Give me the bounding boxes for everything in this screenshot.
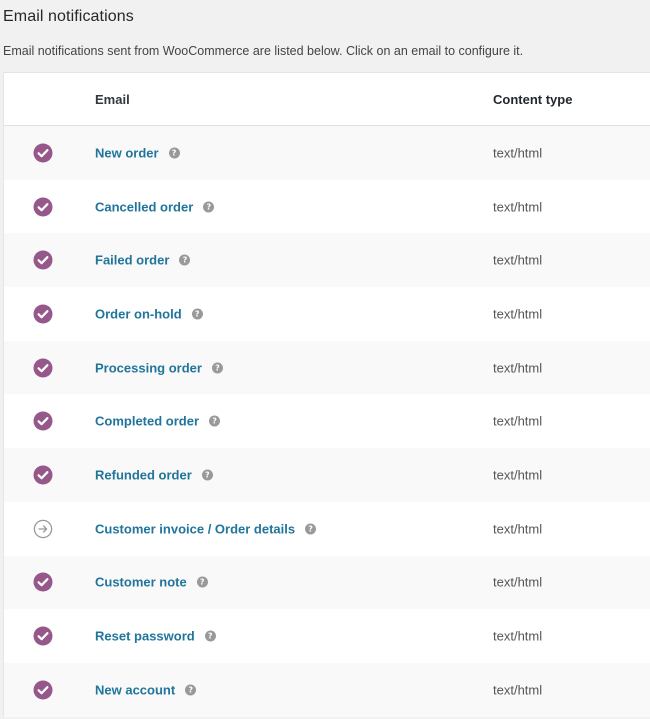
table-row[interactable]: Failed order? text/html — [4, 233, 650, 288]
email-link[interactable]: Reset password? — [95, 629, 216, 644]
column-header-content-type: Content type — [493, 92, 573, 107]
check-circle-icon — [33, 358, 53, 378]
check-circle-icon — [33, 680, 53, 700]
check-circle-icon — [33, 304, 53, 324]
content-type: text/html — [493, 521, 543, 537]
email-link[interactable]: Customer note? — [95, 575, 208, 590]
help-icon[interactable]: ? — [196, 576, 208, 588]
content-type: text/html — [493, 145, 543, 161]
email-name[interactable]: Customer note — [95, 575, 187, 590]
email-name[interactable]: New account — [95, 682, 175, 697]
email-link[interactable]: New order? — [95, 145, 180, 160]
email-name[interactable]: Customer invoice / Order details — [95, 521, 295, 536]
email-link[interactable]: New account? — [95, 682, 197, 697]
table-row[interactable]: Reset password? text/html — [4, 609, 650, 663]
email-name[interactable]: Refunded order — [95, 467, 192, 482]
email-link[interactable]: Processing order? — [95, 360, 223, 375]
help-icon[interactable]: ? — [185, 684, 197, 696]
table-row[interactable]: New account? text/html — [4, 662, 650, 717]
email-name[interactable]: New order — [95, 145, 159, 160]
check-circle-icon — [33, 572, 53, 592]
content-type: text/html — [493, 413, 543, 429]
email-name[interactable]: Failed order — [95, 253, 169, 268]
content-type: text/html — [493, 306, 543, 322]
email-name[interactable]: Cancelled order — [95, 199, 193, 214]
content-type: text/html — [493, 628, 543, 644]
help-icon[interactable]: ? — [168, 147, 180, 159]
table-body: New order? text/html Cancelled order? text/… — [4, 126, 650, 717]
table-row[interactable]: Customer invoice / Order details? text/ht… — [4, 502, 650, 556]
help-icon[interactable]: ? — [204, 630, 216, 642]
help-icon[interactable]: ? — [305, 523, 317, 535]
content-type: text/html — [493, 574, 543, 590]
email-link[interactable]: Cancelled order? — [95, 199, 215, 214]
email-name[interactable]: Order on-hold — [95, 306, 182, 321]
help-icon[interactable]: ? — [209, 415, 221, 427]
page-description: Email notifications sent from WooCommerc… — [3, 44, 524, 58]
check-circle-icon — [33, 250, 53, 270]
email-name[interactable]: Reset password — [95, 629, 195, 644]
help-icon[interactable]: ? — [211, 362, 223, 374]
check-circle-icon — [33, 197, 53, 217]
page-title: Email notifications — [3, 8, 134, 25]
help-icon[interactable]: ? — [201, 469, 213, 481]
email-link[interactable]: Completed order? — [95, 414, 221, 429]
check-circle-icon — [33, 143, 53, 163]
column-header-email: Email — [95, 92, 130, 107]
table-header: Email Content type — [4, 73, 650, 126]
check-circle-icon — [33, 411, 53, 431]
check-circle-icon — [33, 626, 53, 646]
content-type: text/html — [493, 252, 543, 268]
arrow-right-circle-icon — [33, 519, 53, 539]
email-name[interactable]: Completed order — [95, 414, 199, 429]
table-row[interactable]: Customer note? text/html — [4, 555, 650, 610]
table-row[interactable]: New order? text/html — [4, 126, 650, 180]
table-row[interactable]: Processing order? text/html — [4, 340, 650, 395]
email-link[interactable]: Customer invoice / Order details? — [95, 521, 317, 536]
email-notifications-table: Email Content type New order? text/html Ca… — [3, 72, 650, 717]
table-row[interactable]: Refunded order? text/html — [4, 448, 650, 502]
check-circle-icon — [33, 465, 53, 485]
content-type: text/html — [493, 467, 543, 483]
table-row[interactable]: Order on-hold? text/html — [4, 287, 650, 341]
help-icon[interactable]: ? — [203, 201, 215, 213]
content-type: text/html — [493, 682, 543, 698]
email-link[interactable]: Refunded order? — [95, 467, 213, 482]
email-link[interactable]: Order on-hold? — [95, 306, 203, 321]
help-icon[interactable]: ? — [179, 254, 191, 266]
help-icon[interactable]: ? — [191, 308, 203, 320]
email-name[interactable]: Processing order — [95, 360, 202, 375]
email-settings-page: Email notifications Email notifications … — [0, 0, 650, 719]
content-type: text/html — [493, 199, 543, 215]
table-row[interactable]: Cancelled order? text/html — [4, 180, 650, 234]
email-link[interactable]: Failed order? — [95, 253, 191, 268]
content-type: text/html — [493, 360, 543, 376]
table-row[interactable]: Completed order? text/html — [4, 394, 650, 448]
